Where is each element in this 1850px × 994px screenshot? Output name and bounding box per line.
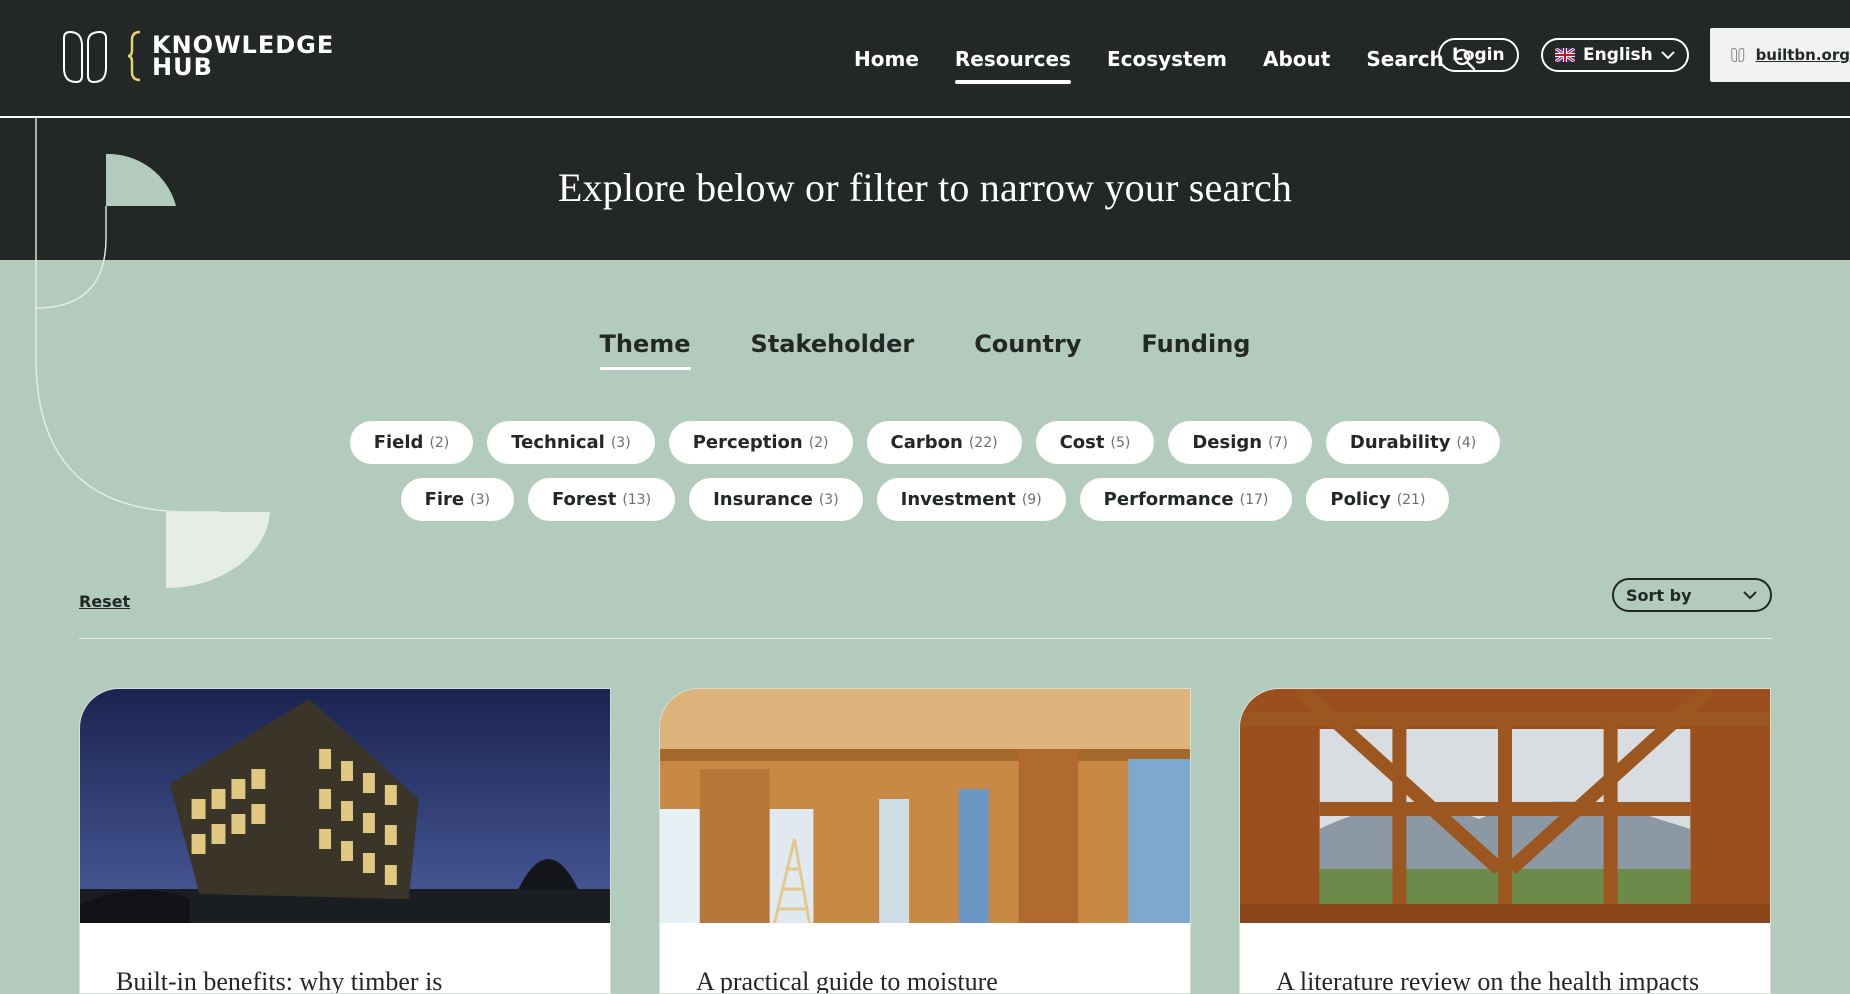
card-image-timber-interior <box>660 689 1190 924</box>
filter-tabs: Theme Stakeholder Country Funding <box>0 326 1850 370</box>
filter-label: Carbon <box>890 432 963 453</box>
resource-card[interactable]: Built-in benefits: why timber is <box>79 688 611 994</box>
filter-label: Perception <box>692 432 803 453</box>
filter-count: (7) <box>1268 434 1288 451</box>
tab-stakeholder[interactable]: Stakeholder <box>751 326 915 368</box>
filter-performance[interactable]: Performance (17) <box>1079 478 1293 521</box>
partner-link[interactable]: builtbn.org <box>1710 28 1850 82</box>
filter-label: Performance <box>1103 489 1234 510</box>
card-image-office-building <box>80 689 610 923</box>
partner-label: builtbn.org <box>1755 46 1850 64</box>
sort-dropdown[interactable]: Sort by <box>1612 578 1772 612</box>
filter-count: (5) <box>1110 434 1131 451</box>
card-title: A practical guide to moisture <box>696 967 998 994</box>
filter-row-1: Field (2) Technical (3) Perception (2) Carb… <box>0 421 1850 464</box>
chevron-down-icon <box>1661 51 1675 60</box>
filter-count: (9) <box>1021 491 1042 508</box>
resource-card[interactable]: A practical guide to moisture <box>659 688 1191 994</box>
filter-count: (3) <box>470 491 490 508</box>
card-image-timber-frame <box>1240 689 1770 923</box>
language-label: English <box>1583 45 1653 65</box>
filter-fire[interactable]: Fire (3) <box>400 478 514 521</box>
resource-cards: Built-in benefits: why timber is A pract… <box>79 688 1772 994</box>
card-title: A literature review on the health impact… <box>1276 967 1700 994</box>
filter-policy[interactable]: Policy (21) <box>1306 478 1450 521</box>
tab-country[interactable]: Country <box>974 326 1081 368</box>
filter-label: Policy <box>1330 489 1391 510</box>
filter-count: (3) <box>818 491 839 508</box>
resource-card[interactable]: A literature review on the health impact… <box>1239 688 1771 994</box>
filter-label: Technical <box>511 432 605 453</box>
reset-link[interactable]: Reset <box>79 592 130 611</box>
uk-flag-icon <box>1555 48 1575 62</box>
nav-search-label: Search <box>1366 47 1444 71</box>
filter-investment[interactable]: Investment (9) <box>876 478 1066 521</box>
brand-wordmark: KNOWLEDGE HUB <box>152 33 334 81</box>
brand-logo[interactable]: KNOWLEDGE HUB <box>58 28 334 84</box>
tab-funding[interactable]: Funding <box>1141 326 1250 368</box>
brace-icon <box>127 30 141 82</box>
filter-field[interactable]: Field (2) <box>349 421 474 464</box>
main-nav: Home Resources Ecosystem About Search <box>854 0 1476 118</box>
nav-about[interactable]: About <box>1263 37 1330 81</box>
filter-forest[interactable]: Forest (13) <box>527 478 676 521</box>
filter-label: Forest <box>551 489 617 510</box>
filter-label: Field <box>373 432 424 453</box>
filter-count: (2) <box>429 434 450 451</box>
filter-count: (17) <box>1239 491 1269 508</box>
filter-label: Fire <box>424 489 465 510</box>
logo-mark-icon <box>63 30 107 84</box>
partner-logo-icon <box>1731 47 1745 63</box>
card-title: Built-in benefits: why timber is <box>116 967 443 994</box>
decorative-shapes <box>0 118 320 618</box>
chevron-down-icon <box>1743 591 1757 600</box>
filter-label: Durability <box>1349 432 1451 453</box>
filter-count: (4) <box>1456 434 1477 451</box>
filter-technical[interactable]: Technical (3) <box>487 421 655 464</box>
filter-label: Investment <box>900 489 1016 510</box>
filter-label: Insurance <box>713 489 813 510</box>
filter-label: Cost <box>1059 432 1105 453</box>
theme-filters: Field (2) Technical (3) Perception (2) Carb… <box>0 421 1850 535</box>
nav-home[interactable]: Home <box>854 37 919 81</box>
filter-durability[interactable]: Durability (4) <box>1325 421 1501 464</box>
login-button[interactable]: Login <box>1438 38 1519 72</box>
filter-count: (22) <box>968 434 998 451</box>
filter-insurance[interactable]: Insurance (3) <box>689 478 863 521</box>
tab-theme[interactable]: Theme <box>599 326 691 370</box>
filter-row-2: Fire (3) Forest (13) Insurance (3) Investme… <box>0 478 1850 521</box>
filter-perception[interactable]: Perception (2) <box>668 421 853 464</box>
filter-count: (3) <box>610 434 631 451</box>
filter-carbon[interactable]: Carbon (22) <box>866 421 1022 464</box>
filter-count: (2) <box>808 434 829 451</box>
brand-line2: HUB <box>152 53 213 81</box>
filter-count: (21) <box>1396 491 1426 508</box>
nav-ecosystem[interactable]: Ecosystem <box>1107 37 1227 81</box>
nav-resources[interactable]: Resources <box>954 37 1071 84</box>
filter-label: Design <box>1192 432 1263 453</box>
content-divider <box>79 638 1772 639</box>
filter-cost[interactable]: Cost (5) <box>1035 421 1155 464</box>
site-header: KNOWLEDGE HUB Home Resources Ecosystem A… <box>0 0 1850 118</box>
sort-label: Sort by <box>1626 585 1692 605</box>
filter-count: (13) <box>622 491 652 508</box>
filter-design[interactable]: Design (7) <box>1168 421 1312 464</box>
language-selector[interactable]: English <box>1541 38 1689 72</box>
